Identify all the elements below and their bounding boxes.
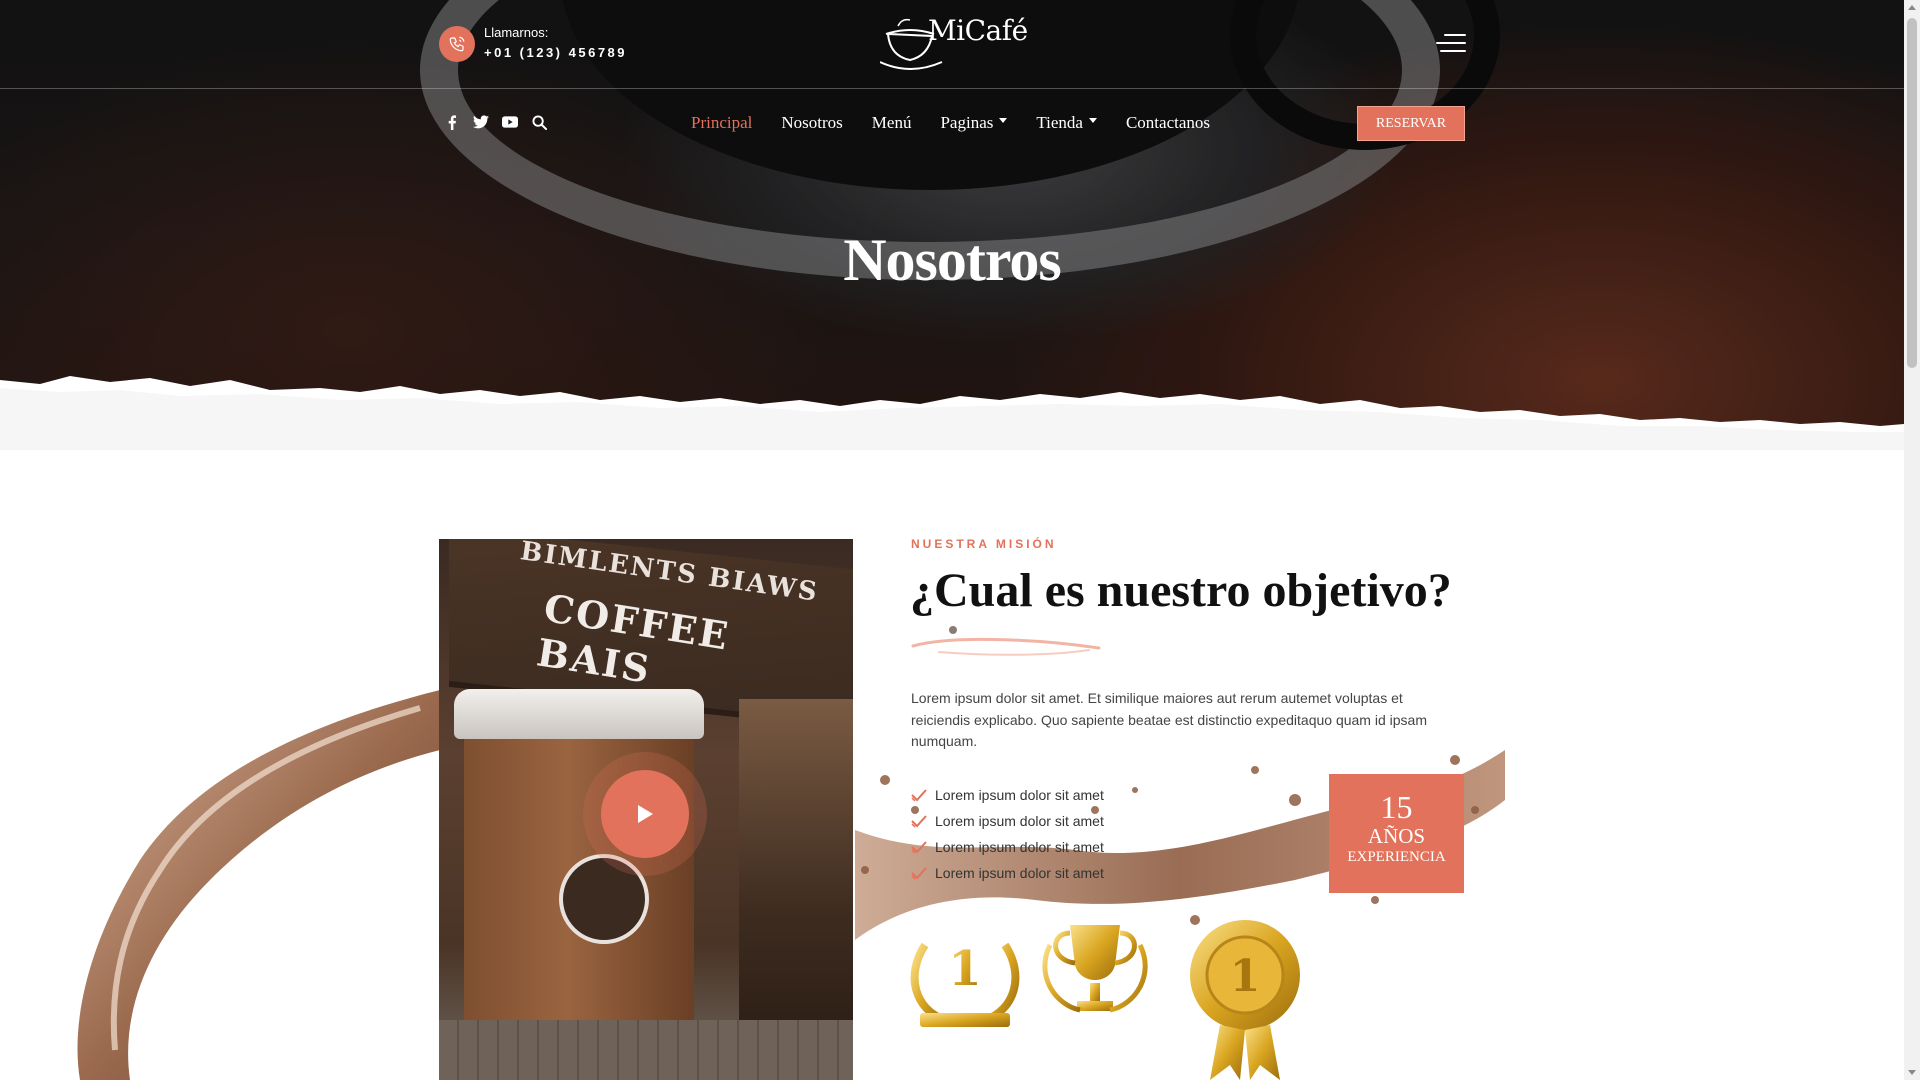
nav-item-paginas[interactable]: Paginas xyxy=(940,113,1008,133)
shop-window xyxy=(739,699,853,1059)
svg-text:1: 1 xyxy=(948,941,981,997)
search-icon[interactable] xyxy=(531,114,547,130)
main-nav: Principal Nosotros Menú Paginas Tienda C… xyxy=(691,113,1239,133)
nav-item-nosotros[interactable]: Nosotros xyxy=(781,113,842,133)
list-item: Lorem ipsum dolor sit amet xyxy=(911,782,1104,808)
svg-text:1: 1 xyxy=(1230,951,1261,1002)
cup-emblem xyxy=(559,854,649,944)
check-icon xyxy=(911,867,927,880)
nav-item-contactanos[interactable]: Contactanos xyxy=(1126,113,1210,133)
badge-number: 15 xyxy=(1380,789,1413,825)
laurel-award-icon: 1 xyxy=(910,941,1020,1027)
feature-checklist: Lorem ipsum dolor sit amet Lorem ipsum d… xyxy=(911,782,1104,886)
check-icon xyxy=(911,815,927,828)
facebook-icon[interactable] xyxy=(444,114,460,130)
section-heading: ¿Cual es nuestro objetivo? xyxy=(910,564,1452,617)
call-number[interactable]: +01 (123) 456789 xyxy=(484,45,627,60)
scroll-down-arrow-icon[interactable] xyxy=(1908,1070,1916,1075)
section-eyebrow: NUESTRA MISIÓN xyxy=(911,537,1057,551)
twitter-icon[interactable] xyxy=(473,114,489,130)
scrollbar-thumb[interactable] xyxy=(1907,18,1917,368)
torn-paper-edge xyxy=(0,376,1904,450)
play-icon xyxy=(638,805,653,823)
chevron-down-icon xyxy=(1088,117,1097,123)
decorative-underline xyxy=(911,626,1101,656)
top-bar: Llamarnos: +01 (123) 456789 MiCafé xyxy=(0,0,1904,89)
list-item: Lorem ipsum dolor sit amet xyxy=(911,860,1104,886)
hamburger-menu-icon[interactable] xyxy=(1436,32,1466,54)
nav-item-principal[interactable]: Principal xyxy=(691,113,752,133)
milk-splash-graphic xyxy=(77,690,440,1080)
awards-graphic: 1 1 xyxy=(910,920,1300,1080)
cup-lid xyxy=(454,689,704,739)
badge-experience: EXPERIENCIA xyxy=(1347,849,1446,865)
reserve-button[interactable]: RESERVAR xyxy=(1357,106,1465,141)
logo-text[interactable]: MiCafé xyxy=(928,14,1028,47)
scroll-up-arrow-icon[interactable] xyxy=(1908,5,1916,10)
hero-banner: Llamarnos: +01 (123) 456789 MiCafé Princ… xyxy=(0,0,1904,450)
trophy-icon xyxy=(1042,925,1148,1013)
check-icon xyxy=(911,789,927,802)
social-links xyxy=(444,114,547,130)
section-paragraph: Lorem ipsum dolor sit amet. Et similique… xyxy=(911,690,1427,749)
list-item: Lorem ipsum dolor sit amet xyxy=(911,834,1104,860)
badge-years: AÑOS xyxy=(1367,824,1426,848)
call-label: Llamarnos: xyxy=(484,25,549,40)
nav-item-tienda[interactable]: Tienda xyxy=(1036,113,1097,133)
nav-item-menu[interactable]: Menú xyxy=(872,113,912,133)
brick-floor xyxy=(439,1020,853,1080)
medal-icon: 1 xyxy=(1190,920,1300,1080)
youtube-icon[interactable] xyxy=(502,114,518,130)
phone-icon[interactable] xyxy=(439,26,475,62)
experience-badge: 15 AÑOS EXPERIENCIA xyxy=(1329,774,1464,893)
chevron-down-icon xyxy=(999,117,1008,123)
page-title: Nosotros xyxy=(843,227,1062,293)
play-video-button[interactable] xyxy=(601,770,689,858)
check-icon xyxy=(911,841,927,854)
list-item: Lorem ipsum dolor sit amet xyxy=(911,808,1104,834)
scrollbar[interactable] xyxy=(1904,0,1920,1080)
